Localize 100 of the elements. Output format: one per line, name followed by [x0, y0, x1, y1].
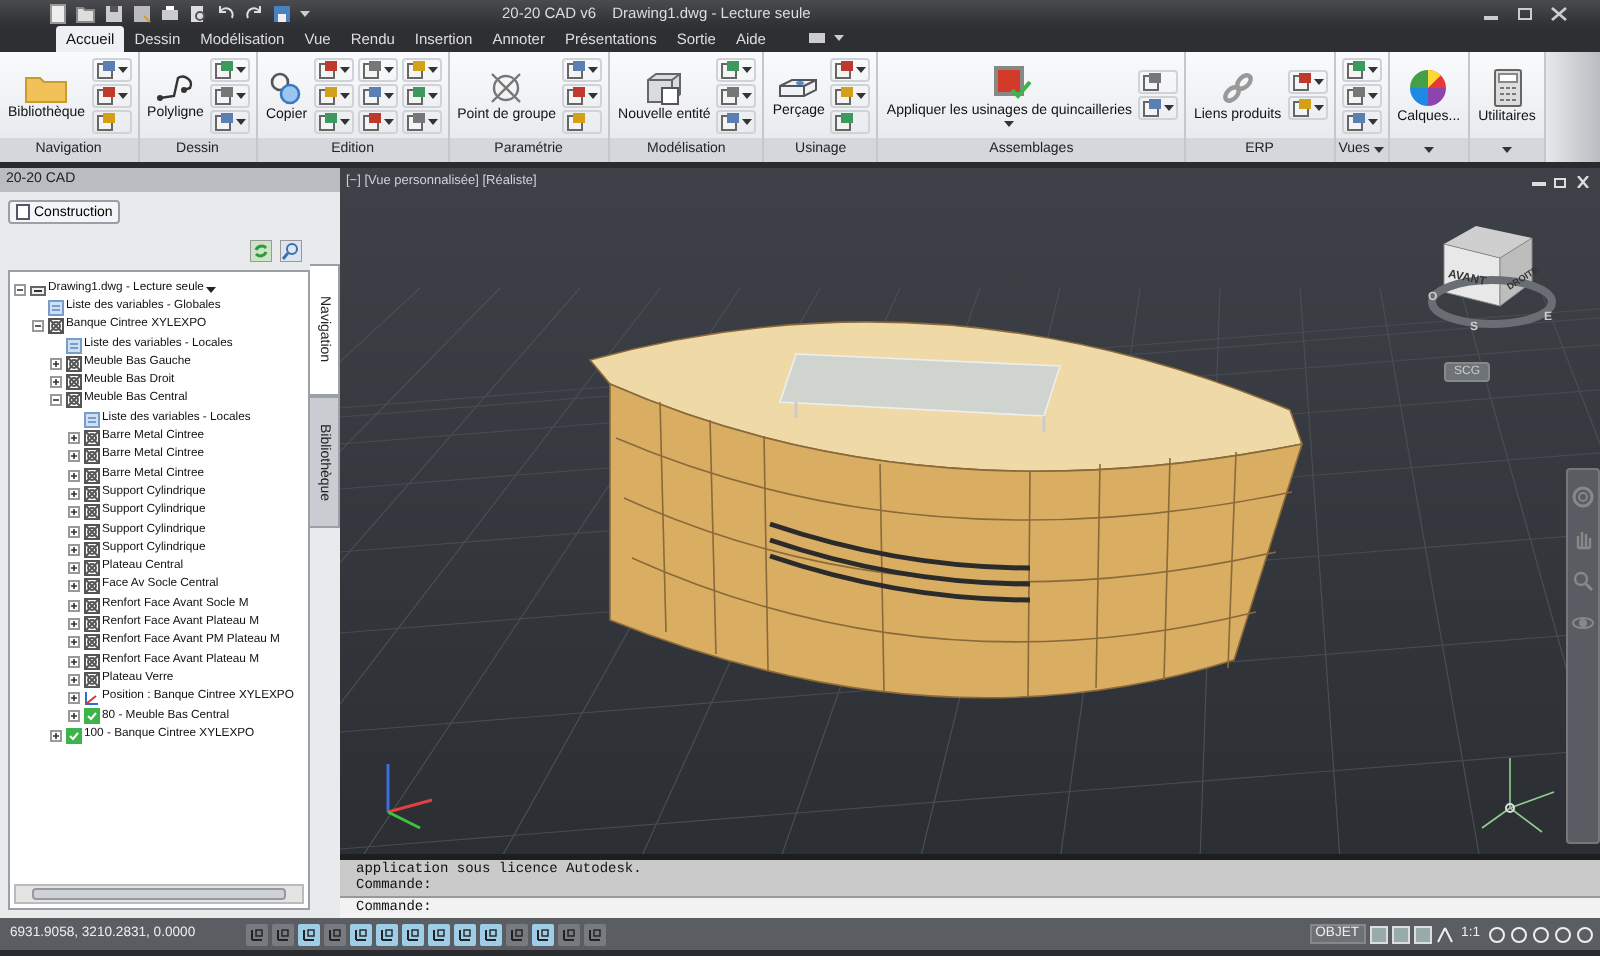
- panel-toggle-icon[interactable]: [807, 32, 826, 44]
- search-icon[interactable]: [280, 240, 302, 262]
- print-icon[interactable]: [160, 3, 180, 23]
- document-icon[interactable]: [48, 3, 68, 23]
- caret-icon[interactable]: [1423, 146, 1434, 154]
- tool-button[interactable]: [830, 57, 871, 81]
- tool-button[interactable]: [716, 57, 757, 81]
- expand-icon[interactable]: [68, 580, 80, 593]
- expand-icon[interactable]: [50, 729, 62, 742]
- tool-button[interactable]: [1287, 70, 1328, 94]
- status-toggle[interactable]: [402, 923, 424, 945]
- undo-icon[interactable]: [216, 3, 236, 23]
- tool-button[interactable]: [716, 109, 757, 133]
- tool-button[interactable]: [91, 83, 132, 107]
- save-icon[interactable]: [104, 3, 124, 23]
- tool-icon: [1345, 59, 1366, 79]
- tool-button[interactable]: [357, 57, 398, 81]
- expand-icon[interactable]: [68, 655, 80, 668]
- status-toggle[interactable]: [532, 923, 554, 945]
- expand-icon[interactable]: [68, 432, 80, 445]
- status-toggle[interactable]: [584, 923, 606, 945]
- expand-icon[interactable]: [68, 617, 80, 630]
- tool-button[interactable]: [209, 57, 250, 81]
- tool-button[interactable]: [401, 57, 442, 81]
- status-toggle[interactable]: [272, 923, 294, 945]
- tool-button[interactable]: [91, 57, 132, 81]
- tool-button[interactable]: [716, 83, 757, 107]
- tool-button[interactable]: [1137, 70, 1178, 94]
- tool-button[interactable]: [357, 83, 398, 107]
- tool-button[interactable]: [562, 109, 603, 133]
- status-toggle[interactable]: [454, 923, 476, 945]
- tool-icon: [566, 85, 587, 105]
- tool-button[interactable]: [357, 109, 398, 133]
- toolbar-icon[interactable]: [1532, 925, 1550, 943]
- minimize-icon[interactable]: [1532, 176, 1546, 188]
- expand-icon[interactable]: [68, 543, 80, 556]
- expand-icon[interactable]: [68, 710, 80, 723]
- tool-button[interactable]: [562, 57, 603, 81]
- restore-icon[interactable]: [1554, 176, 1568, 188]
- tool-button[interactable]: [401, 109, 442, 133]
- expand-icon[interactable]: [68, 673, 80, 686]
- expand-icon[interactable]: [68, 506, 80, 519]
- tool-button[interactable]: [1287, 96, 1328, 120]
- close-icon[interactable]: [1576, 176, 1590, 188]
- status-toggle[interactable]: [350, 923, 372, 945]
- expand-icon[interactable]: [50, 376, 62, 389]
- collapse-icon[interactable]: [32, 320, 44, 333]
- tool-button[interactable]: [1341, 109, 1382, 133]
- lock-icon[interactable]: [1510, 925, 1528, 943]
- tool-button[interactable]: [1341, 57, 1382, 81]
- drawing-icon: [29, 281, 45, 298]
- expand-icon[interactable]: [68, 636, 80, 649]
- status-toggle[interactable]: [506, 923, 528, 945]
- fullscreen-icon[interactable]: [1576, 925, 1594, 943]
- expand-icon[interactable]: [68, 562, 80, 575]
- status-toggle[interactable]: [558, 923, 580, 945]
- collapse-icon[interactable]: [50, 394, 62, 407]
- caret-icon[interactable]: [1373, 146, 1384, 154]
- tool-button[interactable]: [91, 109, 132, 133]
- save-icon[interactable]: [272, 3, 292, 23]
- model-icon[interactable]: [1369, 925, 1388, 943]
- redo-icon[interactable]: [244, 3, 264, 23]
- tool-button[interactable]: [1341, 83, 1382, 107]
- status-toggle[interactable]: [324, 923, 346, 945]
- annotation-icon[interactable]: [1435, 925, 1454, 943]
- scrollbar[interactable]: [14, 884, 304, 904]
- expand-icon[interactable]: [68, 599, 80, 612]
- tool-button[interactable]: [313, 57, 354, 81]
- status-toggle[interactable]: [480, 923, 502, 945]
- status-toggle[interactable]: [428, 923, 450, 945]
- close-icon[interactable]: [1550, 5, 1568, 21]
- tool-button[interactable]: [401, 83, 442, 107]
- tool-button[interactable]: [209, 109, 250, 133]
- gear-icon[interactable]: [1488, 925, 1506, 943]
- tool-button[interactable]: [1137, 96, 1178, 120]
- expand-icon[interactable]: [68, 692, 80, 705]
- save-icon[interactable]: [132, 3, 152, 23]
- expand-icon[interactable]: [68, 525, 80, 537]
- refresh-icon[interactable]: [250, 240, 272, 262]
- collapse-icon[interactable]: [14, 283, 26, 296]
- status-toggle[interactable]: [246, 923, 268, 945]
- tool-button[interactable]: [209, 83, 250, 107]
- tool-button[interactable]: [313, 83, 354, 107]
- tool-button[interactable]: [830, 109, 871, 133]
- tool-button[interactable]: [313, 109, 354, 133]
- tool-button[interactable]: [830, 83, 871, 107]
- lightbulb-icon[interactable]: [1554, 925, 1572, 943]
- tool-icon: [213, 111, 234, 131]
- status-toggle[interactable]: [298, 923, 320, 945]
- expand-icon[interactable]: [68, 469, 80, 482]
- tool-button[interactable]: [562, 83, 603, 107]
- expand-icon[interactable]: [50, 357, 62, 370]
- maximize-icon[interactable]: [1516, 5, 1534, 21]
- preview-icon[interactable]: [188, 3, 208, 23]
- caret-icon[interactable]: [1502, 146, 1512, 154]
- caret-icon: [339, 117, 350, 125]
- expand-icon[interactable]: [68, 487, 80, 500]
- expand-icon[interactable]: [68, 450, 80, 463]
- status-toggle[interactable]: [376, 923, 398, 945]
- caret-icon: [1313, 104, 1324, 112]
